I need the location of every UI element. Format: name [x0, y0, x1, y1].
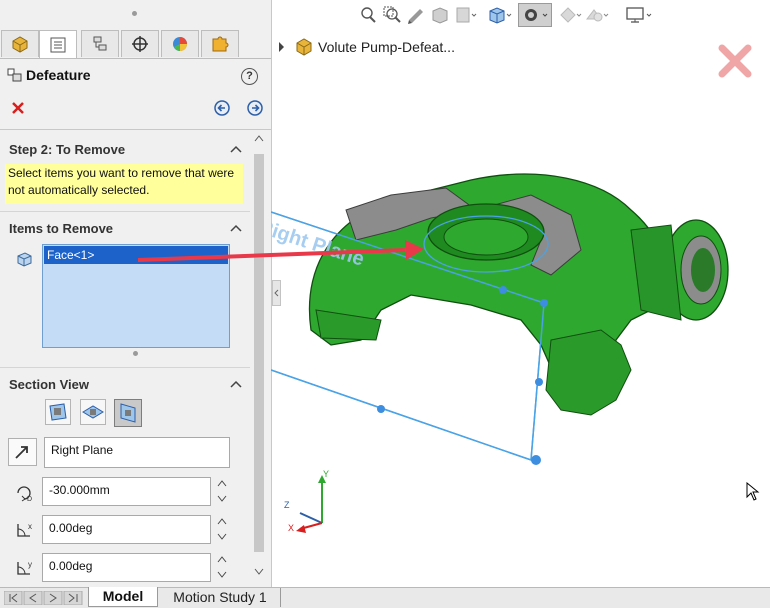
- section-plane-right-icon: [120, 403, 136, 423]
- reference-triad: Y Z X: [284, 469, 329, 533]
- dimxpert-icon: [132, 36, 148, 52]
- offset-distance-icon: D: [17, 486, 32, 503]
- display-style-button[interactable]: [518, 3, 552, 27]
- defeature-icon: [7, 68, 22, 82]
- section-view-icon[interactable]: [430, 5, 450, 25]
- plane-handle[interactable]: [531, 455, 541, 465]
- dynamic-annotation-icon[interactable]: [454, 5, 478, 25]
- list-resize-grip[interactable]: [133, 351, 138, 356]
- part-icon: [296, 38, 312, 56]
- plane-handle[interactable]: [377, 405, 385, 413]
- triad-z-label: Z: [284, 500, 290, 510]
- tab-scroll-arrows[interactable]: [4, 591, 84, 605]
- display-manager-icon: [173, 37, 187, 51]
- outlet-bore: [691, 248, 715, 292]
- heads-up-view-toolbar: [358, 3, 678, 27]
- zoom-to-fit-icon[interactable]: [358, 5, 378, 25]
- angle-x-icon: x: [17, 522, 32, 537]
- lower-flange: [545, 329, 632, 416]
- angle-x-spinner[interactable]: [216, 515, 228, 543]
- plane-handle[interactable]: [499, 286, 507, 294]
- step-section-title: Step 2: To Remove: [9, 142, 126, 157]
- face-selection-icon: [17, 252, 32, 267]
- next-icon[interactable]: [247, 100, 263, 116]
- property-manager-panel: Defeature ? Step 2: To Remove Select ite…: [0, 0, 272, 587]
- step-message: Select items you want to remove that wer…: [5, 164, 243, 204]
- bore-inner-wall: [443, 218, 529, 256]
- section-plane-field[interactable]: Right Plane: [44, 437, 230, 468]
- edit-appearance-icon[interactable]: [584, 5, 610, 25]
- section-front-button[interactable]: [45, 399, 71, 425]
- section-right-button[interactable]: [114, 399, 142, 427]
- tab-dimxpert[interactable]: [121, 30, 159, 57]
- divider: [0, 129, 271, 130]
- mouse-cursor-icon: [746, 482, 760, 501]
- tab-feature-manager[interactable]: [1, 30, 39, 57]
- section-plane-front-icon: [49, 403, 67, 421]
- svg-text:y: y: [28, 560, 32, 569]
- previous-view-icon[interactable]: [406, 5, 426, 25]
- display-style-icon: [525, 9, 548, 21]
- view-orientation-icon[interactable]: [486, 5, 514, 25]
- offset-distance-input[interactable]: -30.000mm: [42, 477, 211, 506]
- tree-root-label[interactable]: Volute Pump-Defeat...: [318, 39, 455, 55]
- tree-expand-icon[interactable]: [277, 41, 287, 53]
- svg-text:D: D: [27, 496, 32, 503]
- triad-y-label: Y: [323, 469, 329, 479]
- tab-motion-study[interactable]: Motion Study 1: [160, 588, 281, 607]
- items-to-remove-list[interactable]: Face<1>: [42, 244, 230, 348]
- triad-x-label: X: [288, 523, 294, 533]
- plane-handle[interactable]: [535, 378, 543, 386]
- section-plane-top-icon: [82, 405, 104, 419]
- collapse-items-icon[interactable]: [230, 223, 242, 233]
- collapse-section-icon[interactable]: [230, 379, 242, 389]
- scroll-up-icon[interactable]: [254, 134, 264, 142]
- tab-addins[interactable]: [201, 30, 239, 57]
- property-manager-icon: [50, 37, 66, 52]
- reference-arrow-icon: [15, 446, 28, 459]
- plane-reference-button[interactable]: [8, 438, 37, 466]
- items-section-title: Items to Remove: [9, 221, 114, 236]
- view-settings-icon[interactable]: [624, 5, 656, 25]
- panel-title: Defeature: [26, 67, 91, 83]
- panel-scrollbar[interactable]: [252, 132, 266, 584]
- graphics-viewport[interactable]: Volute Pump-Defeat... Right Plane Y Z X: [137, 0, 770, 587]
- help-icon[interactable]: ?: [241, 68, 258, 85]
- offset-spinner[interactable]: [216, 477, 228, 505]
- plane-handle[interactable]: [540, 299, 548, 307]
- feature-manager-icon: [12, 36, 28, 53]
- tab-property-manager[interactable]: [39, 30, 77, 58]
- hide-show-items-icon[interactable]: [558, 5, 582, 25]
- addin-icon: [212, 36, 229, 52]
- divider: [0, 367, 250, 368]
- angle-x-input[interactable]: 0.00deg: [42, 515, 211, 544]
- tab-configuration-manager[interactable]: [81, 30, 119, 57]
- back-icon[interactable]: [214, 100, 230, 116]
- zoom-to-area-icon[interactable]: [382, 5, 402, 25]
- scroll-down-icon[interactable]: [254, 568, 264, 576]
- configuration-manager-icon: [93, 36, 107, 51]
- cancel-icon[interactable]: [11, 101, 25, 115]
- angle-y-icon: y: [17, 560, 32, 575]
- section-view-title: Section View: [9, 377, 89, 392]
- collapse-step-icon[interactable]: [230, 144, 242, 154]
- tabbar-divider: [0, 58, 271, 59]
- tab-model[interactable]: Model: [88, 587, 158, 607]
- manager-tabs: [0, 30, 271, 58]
- list-item[interactable]: Face<1>: [44, 246, 228, 264]
- section-top-button[interactable]: [80, 399, 106, 425]
- bottom-tab-bar: Model Motion Study 1: [0, 587, 770, 608]
- panel-splitter-grip[interactable]: [132, 11, 137, 16]
- svg-text:x: x: [28, 522, 32, 531]
- scrollbar-thumb[interactable]: [254, 154, 264, 552]
- triad-z-axis: [299, 512, 323, 524]
- volute-pump-model[interactable]: Right Plane: [271, 170, 770, 500]
- angle-y-input[interactable]: 0.00deg: [42, 553, 211, 582]
- angle-y-spinner[interactable]: [216, 553, 228, 581]
- confirmation-cancel-icon[interactable]: [716, 42, 754, 80]
- divider: [0, 211, 250, 212]
- tab-display-manager[interactable]: [161, 30, 199, 57]
